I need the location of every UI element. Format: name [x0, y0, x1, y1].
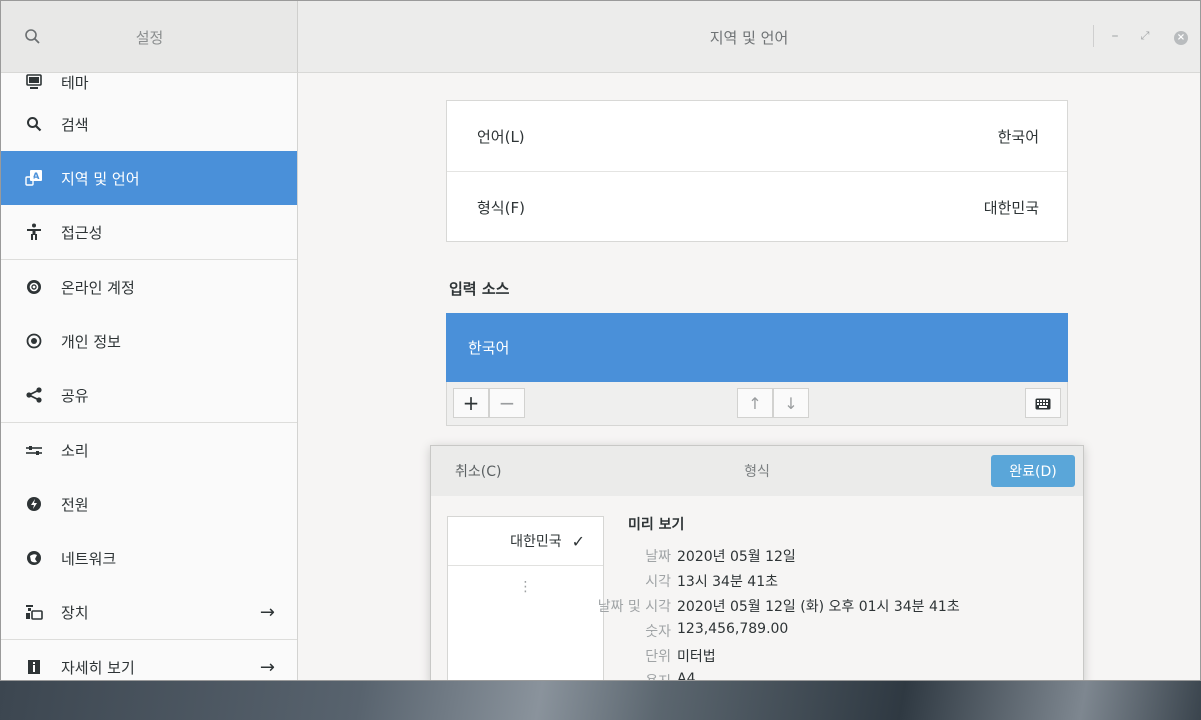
formats-row[interactable]: 형식(F) 대한민국: [447, 171, 1067, 242]
dialog-body: 대한민국 ✓ ⋮ 미리 보기 날짜 2020년 05월 12일 시각 13시 3…: [431, 496, 1083, 681]
sidebar-item-network[interactable]: 네트워크: [1, 531, 297, 585]
network-icon: [25, 549, 43, 567]
header-bar: 설정 지역 및 언어 – ⤢ ×: [1, 1, 1200, 73]
preview-label: 단위: [645, 649, 671, 665]
preview-value: 13시 34분 41초: [677, 574, 778, 590]
formats-dialog: 취소(C) 형식 완료(D) 대한민국 ✓ ⋮ 미리 보기 날짜 2020년 0…: [430, 445, 1084, 681]
sidebar-item-search[interactable]: 검색: [1, 97, 297, 151]
sidebar-item-label: 개인 정보: [61, 332, 121, 351]
language-formats-panel: 언어(L) 한국어 형식(F) 대한민국: [446, 100, 1068, 242]
settings-window: 설정 지역 및 언어 – ⤢ × 테마 검색 A 지역 및 언어 접근성 온라인…: [0, 0, 1201, 681]
desktop-background: [0, 676, 1201, 720]
sidebar-item-details[interactable]: 자세히 보기 →: [1, 640, 297, 680]
sidebar-item-region-language[interactable]: A 지역 및 언어: [1, 151, 297, 205]
sidebar-item-label: 공유: [61, 386, 89, 405]
input-sources-toolbar: + − ↑ ↓: [446, 382, 1068, 426]
privacy-icon: [25, 332, 43, 350]
page-title: 지역 및 언어: [709, 29, 789, 47]
move-up-button[interactable]: ↑: [737, 388, 773, 418]
preview-value: A4: [677, 671, 696, 681]
power-icon: [25, 495, 43, 513]
language-value: 한국어: [997, 127, 1039, 146]
sidebar-item-sound[interactable]: 소리: [1, 423, 297, 477]
add-input-source-button[interactable]: +: [453, 388, 489, 418]
sidebar-item-privacy[interactable]: 개인 정보: [1, 314, 297, 368]
share-icon: [25, 386, 43, 404]
accessibility-icon: [25, 223, 43, 241]
display-icon: [25, 73, 43, 91]
formats-label: 형식(F): [477, 198, 525, 217]
move-down-button[interactable]: ↓: [773, 388, 809, 418]
checkmark-icon: ✓: [571, 531, 585, 551]
language-label: 언어(L): [477, 127, 525, 146]
formats-value: 대한민국: [983, 198, 1039, 217]
language-row[interactable]: 언어(L) 한국어: [447, 101, 1067, 171]
preview-label: 날짜: [645, 549, 671, 565]
header-separator: [1093, 25, 1094, 47]
sidebar-item-accessibility[interactable]: 접근성: [1, 205, 297, 259]
preview-value: 미터법: [677, 649, 716, 665]
sidebar: 테마 검색 A 지역 및 언어 접근성 온라인 계정 개인 정보 공유 소리 전…: [1, 73, 298, 680]
sidebar-item-power[interactable]: 전원: [1, 477, 297, 531]
sidebar-item-label: 자세히 보기: [61, 658, 135, 677]
minimize-button[interactable]: –: [1104, 25, 1126, 47]
sidebar-item-theme[interactable]: 테마: [1, 73, 297, 97]
dialog-header: 취소(C) 형식 완료(D): [431, 446, 1083, 497]
sidebar-header: 설정: [1, 1, 298, 73]
close-button[interactable]: ×: [1170, 25, 1192, 47]
sound-icon: [25, 441, 43, 459]
preview-label: 숫자: [645, 624, 671, 640]
sidebar-item-label: 장치: [61, 603, 89, 622]
sidebar-item-devices[interactable]: 장치 →: [1, 585, 297, 639]
preview-title: 미리 보기: [628, 517, 685, 533]
sidebar-title: 설정: [135, 29, 164, 47]
devices-icon: [25, 603, 43, 621]
sidebar-item-label: 테마: [61, 73, 89, 92]
dialog-title: 형식: [744, 464, 770, 480]
region-item[interactable]: 대한민국 ✓: [448, 517, 603, 566]
input-source-item[interactable]: 한국어: [446, 313, 1068, 382]
sidebar-item-label: 접근성: [61, 223, 103, 242]
preview-label: 용지: [645, 671, 671, 680]
search-icon: [25, 115, 43, 133]
sidebar-item-online-accounts[interactable]: 온라인 계정: [1, 260, 297, 314]
sidebar-item-label: 네트워크: [61, 549, 117, 568]
input-sources-title: 입력 소스: [449, 280, 510, 298]
sidebar-item-sharing[interactable]: 공유: [1, 368, 297, 422]
input-source-label: 한국어: [468, 339, 510, 357]
preview-value: 123,456,789.00: [677, 621, 789, 637]
region-language-icon: A: [25, 169, 43, 187]
sidebar-item-label: 검색: [61, 115, 89, 134]
preview-label: 날짜 및 시각: [597, 599, 671, 615]
sidebar-item-label: 온라인 계정: [61, 278, 135, 297]
region-list: 대한민국 ✓ ⋮: [447, 516, 604, 680]
keyboard-icon: [1035, 391, 1051, 415]
preview-label: 시각: [645, 574, 671, 590]
preview-value: 2020년 05월 12일 (화) 오후 01시 34분 41초: [677, 599, 960, 615]
arrow-right-icon: →: [259, 656, 275, 678]
close-icon: ×: [1174, 31, 1188, 45]
keyboard-layout-button[interactable]: [1025, 388, 1061, 418]
remove-input-source-button[interactable]: −: [489, 388, 525, 418]
done-button[interactable]: 완료(D): [991, 455, 1075, 487]
maximize-button[interactable]: ⤢: [1134, 25, 1156, 47]
region-label: 대한민국: [510, 534, 562, 550]
more-regions-button[interactable]: ⋮: [448, 579, 603, 595]
sidebar-item-label: 전원: [61, 495, 89, 514]
arrow-right-icon: →: [259, 601, 275, 623]
sidebar-item-label: 소리: [61, 441, 89, 460]
details-icon: [25, 658, 43, 676]
content-header: 지역 및 언어 – ⤢ ×: [298, 1, 1200, 73]
online-accounts-icon: [25, 278, 43, 296]
preview-value: 2020년 05월 12일: [677, 549, 796, 565]
sidebar-item-label: 지역 및 언어: [61, 169, 140, 188]
